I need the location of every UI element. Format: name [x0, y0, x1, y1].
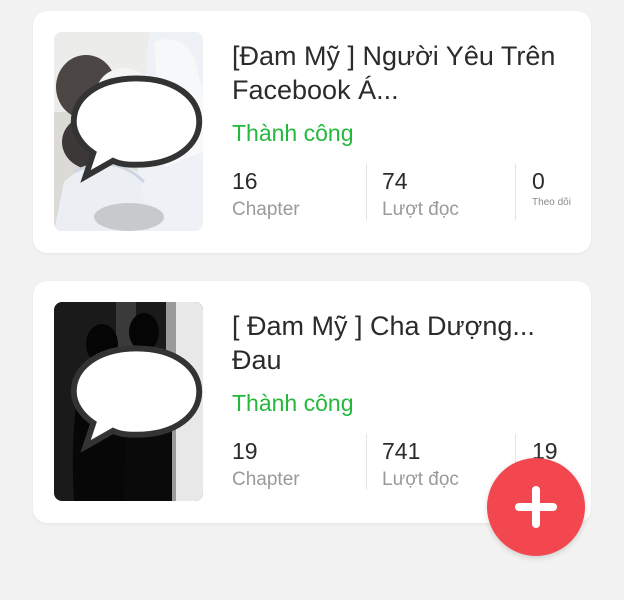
chapter-stat: 19 Chapter [232, 437, 300, 491]
chapter-count: 19 [232, 438, 258, 464]
story-cover-image[interactable] [54, 32, 203, 231]
follows-count: 0 [532, 168, 545, 194]
reads-stat: 741 Lượt đọc [382, 437, 459, 491]
stat-divider [366, 164, 367, 220]
follows-stat: 0 Theo dõi [532, 167, 571, 208]
chapter-label: Chapter [232, 199, 300, 220]
add-story-button[interactable] [487, 458, 585, 556]
stat-divider [366, 434, 367, 490]
story-card[interactable]: [Đam Mỹ ] Người Yêu Trên Facebook Á... T… [33, 11, 591, 253]
story-cover-image[interactable] [54, 302, 203, 501]
reads-label: Lượt đọc [382, 469, 459, 490]
chapter-stat: 16 Chapter [232, 167, 300, 221]
plus-icon [515, 486, 557, 528]
story-title[interactable]: [ Đam Mỹ ] Cha Dượng... Đau [232, 309, 572, 377]
reads-stat: 74 Lượt đọc [382, 167, 459, 221]
reads-count: 741 [382, 438, 421, 464]
chapter-count: 16 [232, 168, 258, 194]
follows-label: Theo dõi [532, 197, 571, 208]
story-status: Thành công [232, 120, 354, 146]
story-status: Thành công [232, 390, 354, 416]
reads-count: 74 [382, 168, 408, 194]
comment-icon [70, 345, 203, 453]
reads-label: Lượt đọc [382, 199, 459, 220]
chapter-label: Chapter [232, 469, 300, 490]
story-title[interactable]: [Đam Mỹ ] Người Yêu Trên Facebook Á... [232, 39, 572, 107]
stat-divider [515, 164, 516, 220]
comment-icon [70, 75, 203, 183]
